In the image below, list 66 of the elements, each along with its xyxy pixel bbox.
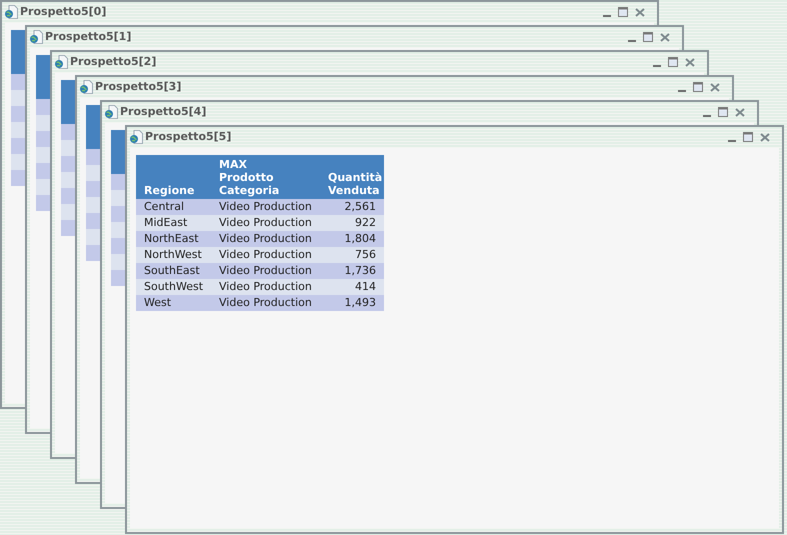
window-title: Prospetto5[4] — [120, 104, 206, 120]
minimize-icon — [653, 65, 661, 67]
close-icon — [685, 58, 695, 66]
table-cell: 1,736 — [320, 263, 384, 279]
maximize-button[interactable] — [743, 132, 755, 142]
close-button[interactable] — [635, 7, 647, 17]
minimize-icon — [628, 40, 636, 42]
window-title: Prospetto5[5] — [145, 128, 232, 145]
table-cell: Video Production — [211, 215, 320, 231]
maximize-button[interactable] — [693, 82, 705, 92]
maximize-icon — [643, 32, 653, 42]
column-header: Regione — [136, 155, 211, 199]
table-cell: West — [136, 295, 211, 311]
table-cell: SouthEast — [136, 263, 211, 279]
document-globe-icon — [129, 130, 143, 144]
close-button[interactable] — [735, 107, 747, 117]
table-cell: 922 — [320, 215, 384, 231]
maximize-icon — [743, 132, 753, 142]
close-icon — [660, 32, 670, 42]
table-cell: Video Production — [211, 231, 320, 247]
close-button[interactable] — [660, 32, 672, 42]
window-title: Prospetto5[2] — [70, 54, 156, 70]
minimize-icon — [703, 115, 711, 117]
document-globe-icon — [104, 105, 118, 119]
maximize-icon — [693, 82, 703, 92]
document-globe-icon — [79, 80, 93, 94]
window-title: Prospetto5[0] — [20, 4, 106, 20]
close-icon — [760, 132, 770, 142]
maximize-button[interactable] — [618, 7, 630, 17]
maximize-button[interactable] — [718, 107, 730, 117]
maximize-icon — [618, 7, 628, 17]
close-button[interactable] — [760, 132, 772, 142]
table-cell: Video Production — [211, 247, 320, 263]
close-button[interactable] — [710, 82, 722, 92]
table-cell: Video Production — [211, 263, 320, 279]
table-cell: 1,493 — [320, 295, 384, 311]
table-cell: 414 — [320, 279, 384, 295]
column-header: Quantità Venduta — [320, 155, 384, 199]
maximize-button[interactable] — [668, 57, 680, 67]
table-cell: SouthWest — [136, 279, 211, 295]
close-icon — [710, 82, 720, 92]
column-header: MAX Prodotto Categoria — [211, 155, 320, 199]
document-globe-icon — [54, 55, 68, 69]
table-cell: 1,804 — [320, 231, 384, 247]
document-globe-icon — [29, 30, 43, 44]
minimize-icon — [678, 90, 686, 92]
close-icon — [635, 8, 645, 16]
table-cell: Video Production — [211, 295, 320, 311]
table-cell: MidEast — [136, 215, 211, 231]
minimize-icon — [603, 15, 611, 17]
close-icon — [735, 108, 745, 116]
window-title: Prospetto5[1] — [45, 28, 132, 45]
document-globe-icon — [4, 5, 18, 19]
table-cell: NorthEast — [136, 231, 211, 247]
table-cell: NorthWest — [136, 247, 211, 263]
table-cell: Video Production — [211, 279, 320, 295]
table-cell: 756 — [320, 247, 384, 263]
close-button[interactable] — [685, 57, 697, 67]
maximize-button[interactable] — [643, 32, 655, 42]
window-title: Prospetto5[3] — [95, 78, 182, 95]
table-cell: 2,561 — [320, 199, 384, 215]
minimize-icon — [728, 140, 736, 142]
table-cell: Video Production — [211, 199, 320, 215]
maximize-icon — [668, 57, 678, 67]
maximize-icon — [718, 107, 728, 117]
table-cell: Central — [136, 199, 211, 215]
